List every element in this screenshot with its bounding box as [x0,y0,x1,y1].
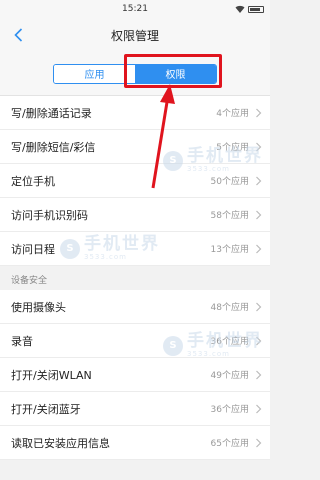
chevron-right-icon [256,302,262,311]
app-count: 50个应用 [210,177,249,187]
permission-row[interactable]: 写/删除短信/彩信 5个应用 [0,130,270,164]
back-button[interactable] [8,25,28,45]
highlight-annotation-box [124,54,222,88]
permission-label: 访问日程 [11,242,55,256]
permission-label: 使用摄像头 [11,300,66,314]
permission-row[interactable]: 打开/关闭WLAN 49个应用 [0,358,270,392]
permission-row[interactable]: 打开/关闭蓝牙 36个应用 [0,392,270,426]
permission-label: 打开/关闭WLAN [11,368,92,382]
permission-label: 写/删除短信/彩信 [11,140,96,154]
chevron-left-icon [13,28,22,42]
permission-row[interactable]: 录音 36个应用 [0,324,270,358]
chevron-right-icon [256,336,262,345]
section-header: 设备安全 [0,266,270,290]
chevron-right-icon [256,142,262,151]
permission-list: 写/删除通话记录 4个应用写/删除短信/彩信 5个应用定位手机 50个应用访问手机识别… [0,96,270,266]
battery-icon [248,5,264,13]
permission-label: 写/删除通话记录 [11,106,92,120]
chevron-right-icon [256,244,262,253]
chevron-right-icon [256,404,262,413]
chevron-right-icon [256,370,262,379]
app-count: 13个应用 [210,245,249,255]
permission-label: 定位手机 [11,174,55,188]
app-count: 4个应用 [216,109,249,119]
app-count: 65个应用 [210,439,249,449]
permission-row[interactable]: 访问日程 13个应用 [0,232,270,266]
permission-row[interactable]: 读取已安装应用信息 65个应用 [0,426,270,460]
chevron-right-icon [256,438,262,447]
permission-row[interactable]: 使用摄像头 48个应用 [0,290,270,324]
permission-row[interactable]: 写/删除通话记录 4个应用 [0,96,270,130]
permission-label: 录音 [11,334,33,348]
app-count: 36个应用 [210,337,249,347]
permission-label: 读取已安装应用信息 [11,436,110,450]
app-count: 5个应用 [216,143,249,153]
permission-row[interactable]: 定位手机 50个应用 [0,164,270,198]
device-security-list: 使用摄像头 48个应用 录音 36个应用 打开/关闭WLAN 49个应用 打开/关闭蓝牙 36… [0,290,270,460]
app-count: 48个应用 [210,303,249,313]
chevron-right-icon [256,176,262,185]
navigation-bar: 权限管理 [0,18,270,52]
status-time: 15:21 [122,4,148,14]
status-bar: 15:21 [0,0,270,18]
app-count: 36个应用 [210,405,249,415]
chevron-right-icon [256,210,262,219]
chevron-right-icon [256,108,262,117]
tab-apps[interactable]: 应用 [54,64,135,83]
permission-row[interactable]: 访问手机识别码 58个应用 [0,198,270,232]
app-count: 58个应用 [210,211,249,221]
permission-label: 打开/关闭蓝牙 [11,402,81,416]
app-count: 49个应用 [210,371,249,381]
permission-label: 访问手机识别码 [11,208,88,222]
page-title: 权限管理 [110,28,159,43]
